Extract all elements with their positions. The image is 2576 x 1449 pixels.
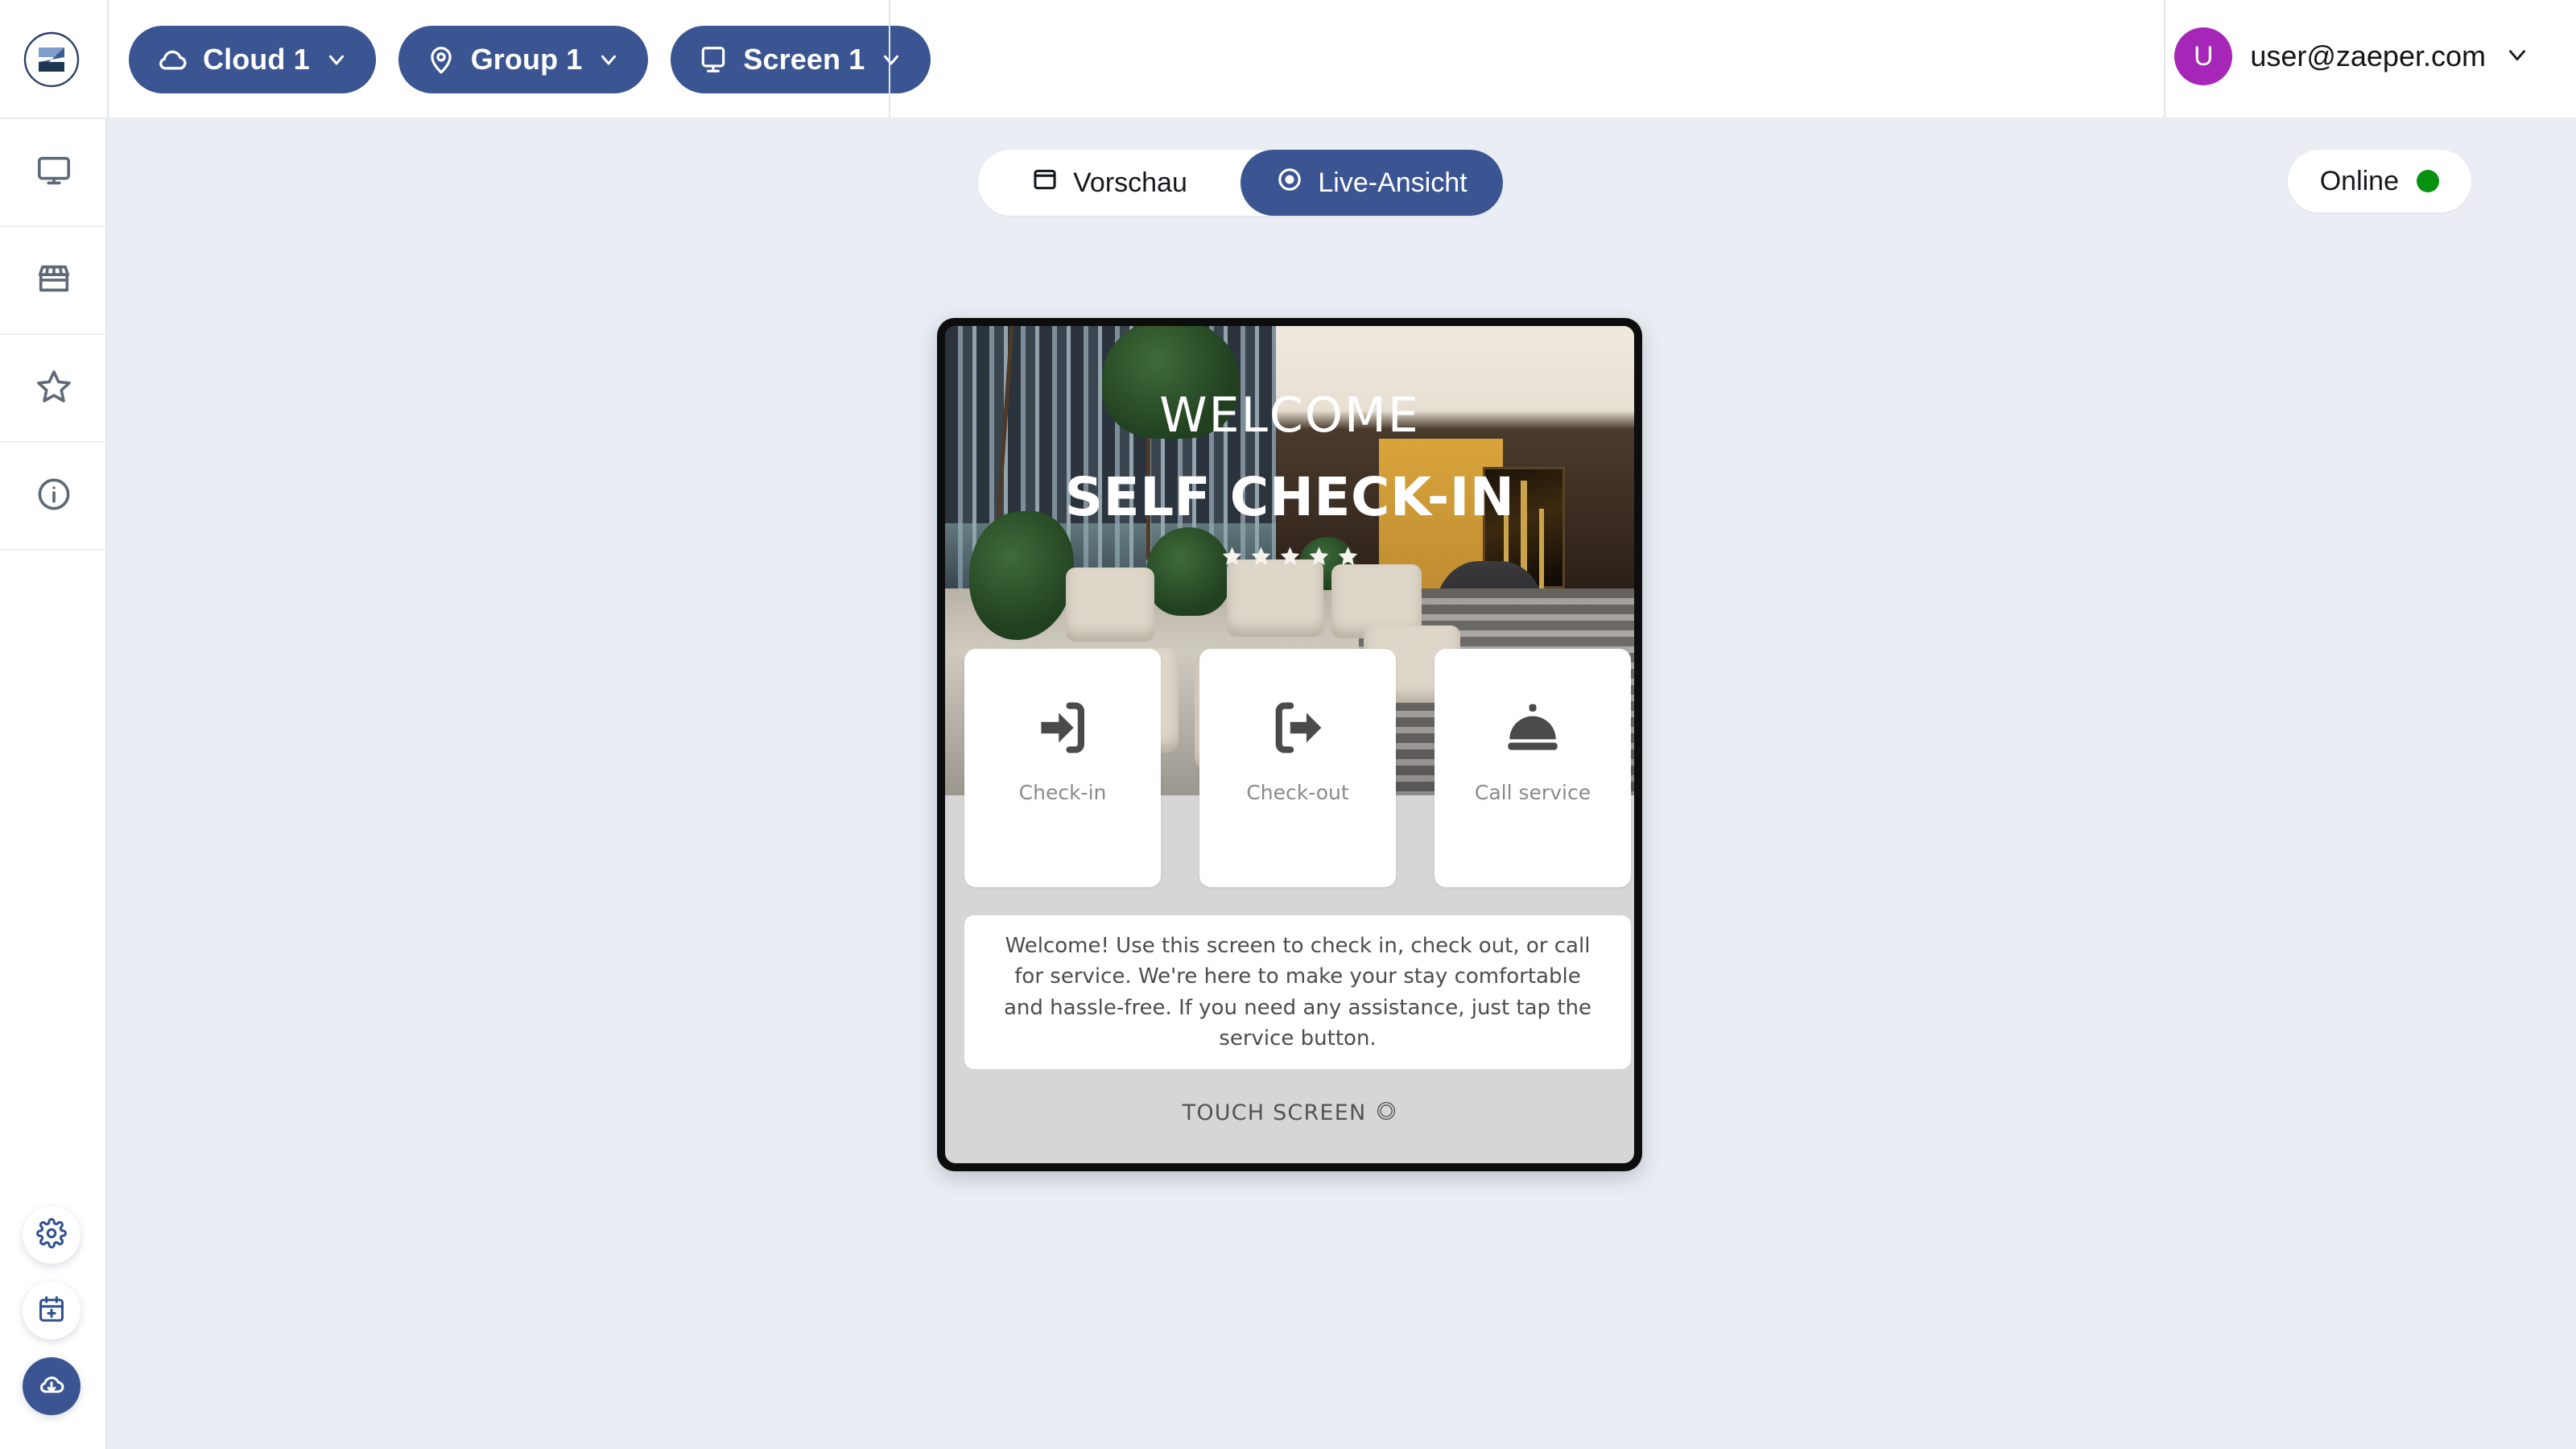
header-divider-middle [889,0,890,119]
service-bell-icon [1500,694,1566,762]
store-icon [35,260,72,301]
tab-live-view[interactable]: Live-Ansicht [1241,150,1503,216]
sidebar-item-favorites[interactable] [0,335,107,443]
group-selector-pill[interactable]: Group 1 [398,26,649,93]
check-out-label: Check-out [1246,781,1349,804]
sidebar-item-marketplace[interactable] [0,227,107,335]
location-pin-icon [426,44,456,75]
call-service-label: Call service [1474,781,1591,804]
cloud-download-icon [36,1369,67,1404]
chevron-down-icon [324,47,349,72]
floating-action-buttons [23,1206,80,1415]
gear-icon [36,1217,67,1253]
context-pills: Cloud 1 Group 1 Screen 1 [129,26,931,93]
hero-title-main: SELF CHECK-IN [1064,466,1515,528]
schedule-fab[interactable] [23,1282,80,1340]
top-header: Cloud 1 Group 1 Screen 1 U user@zaeper.c… [0,0,2576,119]
tab-preview[interactable]: Vorschau [978,150,1241,216]
monitor-icon [698,44,729,75]
login-arrow-icon [1030,694,1096,762]
star-icon [1309,547,1328,566]
call-service-card[interactable]: Call service [1435,649,1631,887]
star-icon [1280,547,1299,566]
cloud-selector-label: Cloud 1 [203,43,310,76]
chevron-down-icon [597,47,621,72]
chevron-down-icon [879,47,903,72]
tab-live-view-label: Live-Ansicht [1318,167,1468,198]
circle-ring-icon [1376,1100,1397,1125]
check-in-label: Check-in [1018,781,1107,804]
screen-footer: TOUCH SCREEN [945,1100,1634,1125]
calendar-plus-icon [36,1294,67,1328]
action-cards: Check-in Check-out Call service [964,649,1631,887]
screen-selector-label: Screen 1 [743,43,865,76]
check-in-card[interactable]: Check-in [964,649,1161,887]
view-mode-toggle: Vorschau Live-Ansicht [978,150,1503,216]
info-panel: Welcome! Use this screen to check in, ch… [964,915,1631,1069]
monitor-icon [35,152,72,193]
star-icon [35,367,73,410]
star-rating [945,545,1634,567]
sidebar-item-screens[interactable] [0,119,107,227]
avatar: U [2174,27,2233,85]
chevron-down-icon [2504,41,2531,72]
device-frame: WELCOME SELF CHECK-IN Check-in Check-out… [937,318,1642,1171]
screen-selector-pill[interactable]: Screen 1 [671,26,931,93]
star-icon [1222,547,1241,566]
logout-arrow-icon [1265,694,1331,762]
settings-fab[interactable] [23,1206,80,1264]
window-icon [1031,166,1059,200]
header-divider-right [2164,0,2165,119]
publish-fab[interactable] [23,1357,80,1415]
star-icon [1251,547,1270,566]
status-badge[interactable]: Online [2287,150,2471,213]
app-logo[interactable] [22,30,81,89]
status-badge-label: Online [2319,165,2399,196]
hero-title-top: WELCOME [1159,387,1420,444]
header-divider-left [107,0,109,119]
radio-selected-icon [1276,166,1303,200]
status-indicator-dot [2417,170,2439,192]
group-selector-label: Group 1 [470,43,583,76]
main-canvas: Vorschau Live-Ansicht Online WELCOME SEL… [107,119,2576,1449]
touch-screen-label: TOUCH SCREEN [1182,1100,1367,1125]
check-out-card[interactable]: Check-out [1199,649,1396,887]
cloud-selector-pill[interactable]: Cloud 1 [129,26,376,93]
sidebar-item-info[interactable] [0,443,107,551]
info-icon [35,476,72,517]
user-menu[interactable]: U user@zaeper.com [2174,27,2531,85]
device-screen[interactable]: WELCOME SELF CHECK-IN Check-in Check-out… [945,326,1634,1163]
cloud-icon [156,43,188,76]
tab-preview-label: Vorschau [1073,167,1187,198]
info-panel-text: Welcome! Use this screen to check in, ch… [1004,933,1591,1051]
user-email-label: user@zaeper.com [2250,39,2486,72]
star-icon [1338,547,1357,566]
